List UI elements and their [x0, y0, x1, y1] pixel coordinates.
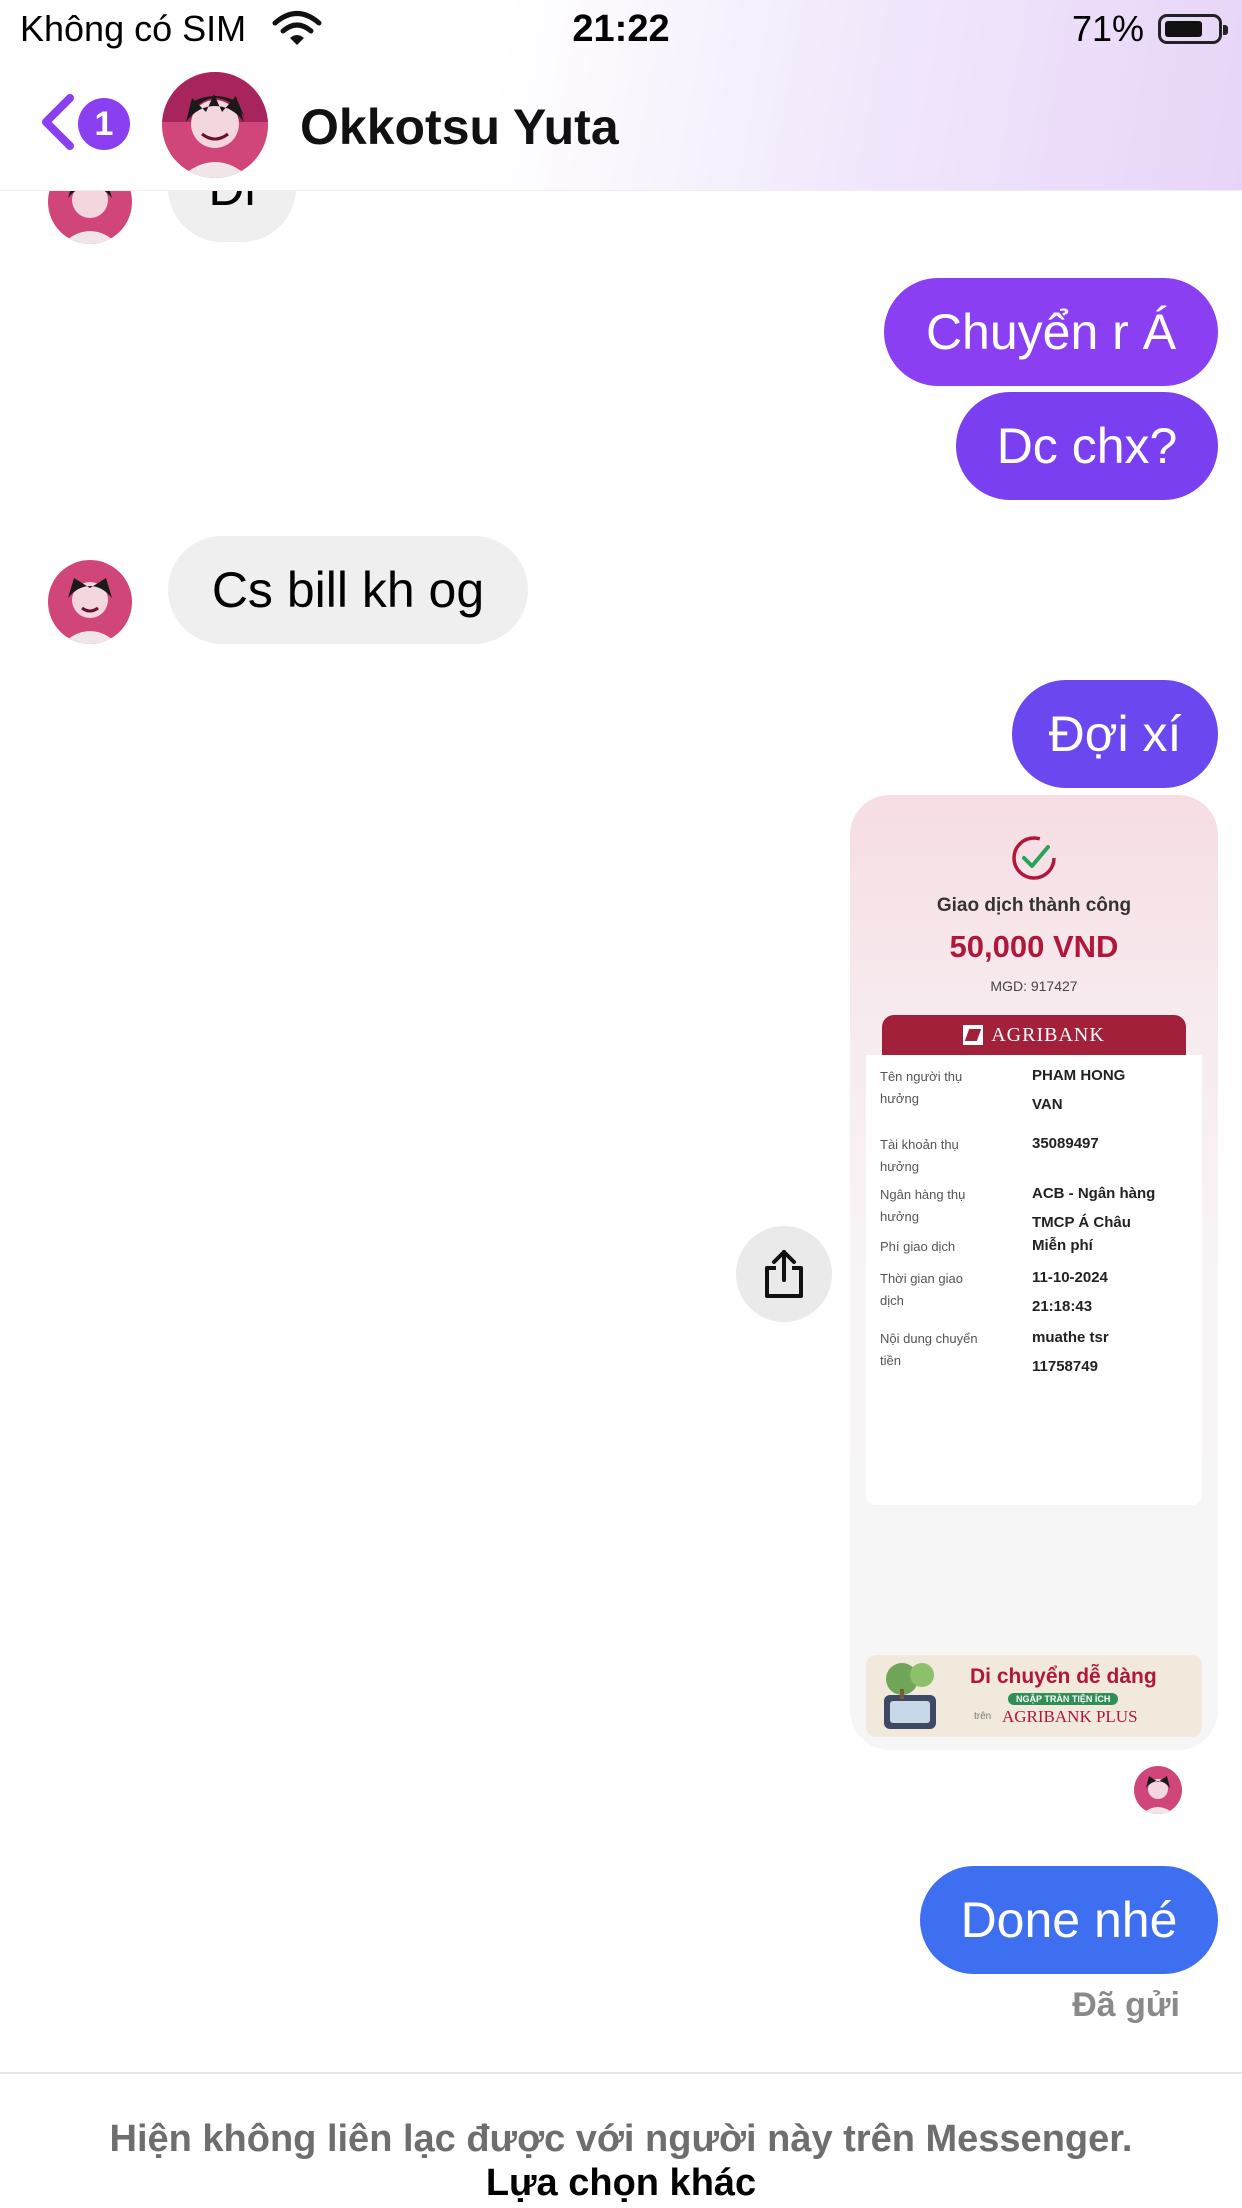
receipt-mgd: MGD: 917427: [990, 978, 1078, 994]
receipt-image[interactable]: Giao dịch thành công 50,000 VND MGD: 917…: [850, 795, 1218, 1750]
receipt-detail-label: hưởng: [880, 1209, 919, 1224]
receipt-detail-row: Ngân hàng thụ hưởng ACB - Ngân hàng TMCP Á …: [866, 1181, 1202, 1241]
contact-avatar[interactable]: [162, 72, 268, 178]
promo-small: trên: [974, 1711, 992, 1722]
receipt-detail-value: PHAM HONG: [1032, 1067, 1126, 1084]
receipt-detail-label: Phí giao dịch: [880, 1239, 956, 1254]
outgoing-message[interactable]: Đợi xí: [1012, 680, 1218, 788]
status-bar: Không có SIM 21:22 71%: [0, 0, 1242, 62]
receipt-detail-value: ACB - Ngân hàng: [1032, 1185, 1156, 1202]
receipt-detail-label: dịch: [880, 1293, 904, 1308]
incoming-message[interactable]: Cs bill kh og: [168, 536, 528, 644]
receipt-detail-label: Ngân hàng thụ: [880, 1187, 966, 1202]
outgoing-message[interactable]: Done nhé: [920, 1866, 1218, 1974]
seen-receipt-avatar: [1134, 1766, 1182, 1814]
receipt-status: Giao dịch thành công: [936, 895, 1132, 916]
share-button[interactable]: [736, 1226, 832, 1322]
promo-banner[interactable]: Di chuyển dễ dàng NGẬP TRÀN TIỆN ÍCH trê…: [866, 1655, 1202, 1737]
receipt-detail-value: 11758749: [1032, 1358, 1098, 1375]
unavailable-notice: Hiện không liên lạc được với người này t…: [109, 2118, 1133, 2160]
agribank-name: AGRIBANK: [991, 1023, 1105, 1046]
receipt-detail-value: VAN: [1032, 1096, 1063, 1113]
clock: 21:22: [572, 8, 670, 50]
promo-title: Di chuyển dễ dàng: [970, 1665, 1157, 1688]
receipt-detail-value: 21:18:43: [1032, 1298, 1093, 1315]
battery-icon: [1158, 14, 1228, 44]
agribank-banner: AGRIBANK: [882, 1015, 1186, 1055]
receipt-detail-value: 11-10-2024: [1032, 1269, 1108, 1286]
receipt-detail-label: Thời gian giao: [880, 1271, 963, 1286]
contact-name[interactable]: Okkotsu Yuta: [300, 98, 619, 156]
back-chevron-icon[interactable]: [38, 92, 78, 152]
receipt-detail-label: Tên người thụ: [880, 1069, 963, 1084]
battery-level: [1165, 21, 1202, 37]
promo-pill: NGẬP TRÀN TIỆN ÍCH: [1008, 1693, 1119, 1705]
receipt-details: Tên người thụ hưởng PHAM HONG VAN Tài khoản …: [866, 1055, 1202, 1505]
other-options-link[interactable]: Lựa chọn khác: [0, 2162, 1242, 2205]
receipt-detail-value: TMCP Á Châu: [1032, 1214, 1131, 1231]
receipt-amount: 50,000 VND: [949, 929, 1119, 964]
receipt-detail-label: hưởng: [880, 1091, 919, 1106]
promo-brand: AGRIBANK PLUS: [1002, 1707, 1138, 1726]
receipt-detail-label: Nội dung chuyển: [880, 1331, 978, 1346]
receipt-detail-value: muathe tsr: [1032, 1329, 1109, 1346]
unread-count-badge[interactable]: 1: [78, 98, 130, 150]
receipt-detail-row: Thời gian giao dịch 11-10-2024 21:18:43: [866, 1265, 1202, 1325]
receipt-detail-value: Miễn phí: [1032, 1237, 1093, 1254]
receipt-detail-row: Tên người thụ hưởng PHAM HONG VAN: [866, 1063, 1202, 1123]
agribank-logo-icon: [963, 1025, 984, 1045]
receipt-detail-label: Tài khoản thụ: [880, 1137, 959, 1152]
promo-illustration-icon: [884, 1663, 936, 1729]
receipt-detail-label: hưởng: [880, 1159, 919, 1174]
battery-percentage: 71%: [1071, 8, 1144, 49]
contact-avatar-small[interactable]: [48, 560, 132, 644]
outgoing-message[interactable]: Dc chx?: [956, 392, 1218, 500]
receipt-detail-value: 35089497: [1032, 1135, 1099, 1152]
receipt-detail-row: Nội dung chuyển tiền muathe tsr 11758749: [866, 1325, 1202, 1385]
sent-status: Đã gửi: [1072, 1986, 1180, 2024]
receipt-detail-label: tiền: [880, 1353, 901, 1368]
footer-divider: [0, 2072, 1242, 2074]
share-icon: [765, 1250, 803, 1298]
outgoing-message[interactable]: Chuyển r Á: [884, 278, 1218, 386]
